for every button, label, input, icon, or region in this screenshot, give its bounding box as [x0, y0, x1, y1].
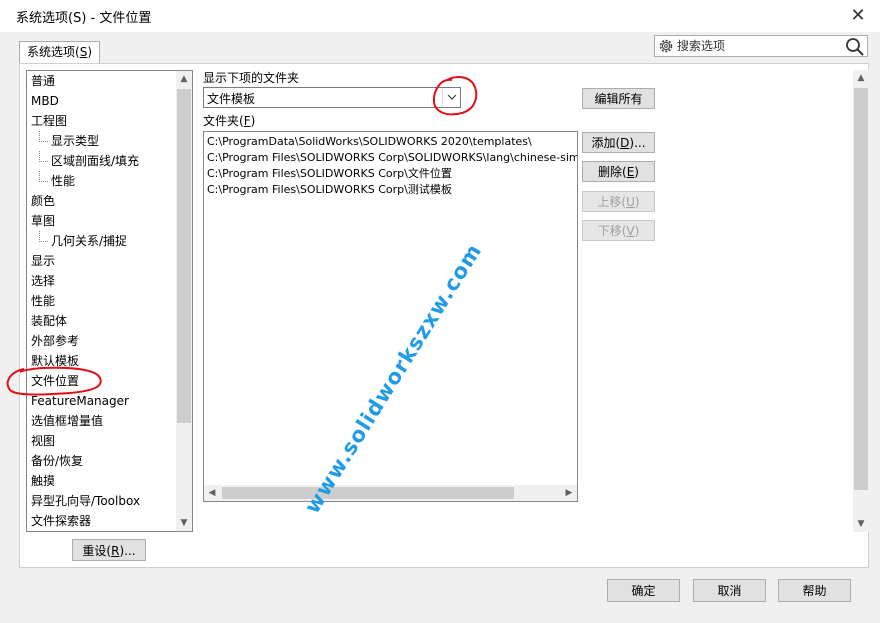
- folder-type-value: 文件模板: [207, 92, 256, 106]
- close-icon: ✕: [850, 5, 866, 26]
- tree-item[interactable]: 备份/恢复: [27, 451, 177, 471]
- folder-type-select[interactable]: 文件模板: [203, 87, 461, 108]
- search-icon[interactable]: [845, 37, 865, 57]
- tab-label: 系统选项(: [27, 45, 80, 59]
- tree-item[interactable]: 异型孔向导/Toolbox: [27, 491, 177, 511]
- delete-label: 删除(: [598, 165, 627, 179]
- folder-path-item[interactable]: C:\ProgramData\SolidWorks\SOLIDWORKS 202…: [204, 134, 577, 150]
- tree-item[interactable]: 默认模板: [27, 351, 177, 371]
- delete-label-end: ): [634, 165, 639, 179]
- folder-list[interactable]: C:\ProgramData\SolidWorks\SOLIDWORKS 202…: [203, 131, 578, 502]
- folder-path-item[interactable]: C:\Program Files\SOLIDWORKS Corp\SOLIDWO…: [204, 150, 577, 166]
- folder-path-item[interactable]: C:\Program Files\SOLIDWORKS Corp\测试模板: [204, 182, 577, 198]
- tree-item[interactable]: 显示: [27, 251, 177, 271]
- panel-scrollbar[interactable]: ▲ ▼: [853, 70, 869, 532]
- window-title: 系统选项(S) - 文件位置: [16, 11, 152, 26]
- move-down-label: 下移(: [597, 224, 627, 238]
- chevron-down-icon[interactable]: [442, 88, 460, 107]
- tab-label-end: ): [87, 45, 92, 59]
- tree-item[interactable]: 选择: [27, 271, 177, 291]
- tree-item[interactable]: 颜色: [27, 191, 177, 211]
- category-tree: 普通 MBD 工程图 显示类型 区域剖面线/填充 性能 颜色 草图 几何关系/捕捉 显示 选择 性能装…: [26, 70, 193, 532]
- ok-button[interactable]: 确定: [607, 579, 680, 602]
- folders-label-end: ): [250, 114, 256, 128]
- add-button[interactable]: 添加(D)...: [582, 132, 655, 153]
- close-button[interactable]: ✕: [844, 3, 872, 29]
- scroll-thumb[interactable]: [177, 89, 191, 423]
- move-up-label-key: U: [626, 195, 635, 209]
- tree-item[interactable]: 区域剖面线/填充: [27, 151, 177, 171]
- tab-system-options[interactable]: 系统选项(S): [19, 41, 100, 63]
- move-up-button[interactable]: 上移(U): [582, 191, 655, 212]
- scroll-right-icon[interactable]: ▶: [561, 485, 577, 501]
- tree-item[interactable]: 装配体: [27, 311, 177, 331]
- tree-item[interactable]: 外部参考: [27, 331, 177, 351]
- scroll-left-icon[interactable]: ◀: [204, 485, 220, 501]
- tree-item[interactable]: 显示类型: [27, 131, 177, 151]
- search-input[interactable]: [677, 37, 837, 55]
- add-label-end: )...: [629, 136, 646, 150]
- tree-item[interactable]: FeatureManager: [27, 391, 177, 411]
- cancel-button[interactable]: 取消: [693, 579, 766, 602]
- tree-item[interactable]: 视图: [27, 431, 177, 451]
- tree-item[interactable]: 工程图: [27, 111, 177, 131]
- tree-item[interactable]: 触摸: [27, 471, 177, 491]
- move-up-label: 上移(: [597, 195, 627, 209]
- folder-path-item[interactable]: C:\Program Files\SOLIDWORKS Corp\文件位置: [204, 166, 577, 182]
- tree-item[interactable]: 文件探索器: [27, 511, 177, 531]
- move-down-button[interactable]: 下移(V): [582, 220, 655, 241]
- delete-button[interactable]: 删除(E): [582, 161, 655, 182]
- tree-item[interactable]: 草图: [27, 211, 177, 231]
- folders-label-key: F: [243, 114, 251, 128]
- reset-button[interactable]: 重设(R)...: [72, 539, 146, 561]
- category-list: 普通 MBD 工程图 显示类型 区域剖面线/填充 性能 颜色 草图 几何关系/捕捉 显示 选择 性能装…: [27, 71, 177, 531]
- scroll-thumb[interactable]: [854, 88, 868, 490]
- tree-item[interactable]: 性能: [27, 171, 177, 191]
- title-bar: 系统选项(S) - 文件位置 ✕: [0, 0, 880, 32]
- folder-hscrollbar[interactable]: ◀ ▶: [204, 485, 577, 501]
- hscroll-thumb[interactable]: [222, 487, 514, 499]
- reset-label: 重设(: [82, 543, 112, 558]
- scroll-down-icon[interactable]: ▼: [853, 516, 869, 532]
- move-up-label-end: ): [634, 195, 640, 209]
- tree-item[interactable]: 性能: [27, 291, 177, 311]
- move-down-label-key: V: [626, 224, 635, 238]
- tree-item[interactable]: 文件位置: [27, 371, 177, 391]
- scroll-up-icon[interactable]: ▲: [853, 70, 869, 86]
- search-box: [654, 35, 868, 57]
- tree-item[interactable]: MBD: [27, 91, 177, 111]
- show-folders-label: 显示下项的文件夹: [203, 71, 300, 85]
- reset-label-end: )...: [119, 543, 136, 558]
- tree-item[interactable]: 选值框增量值: [27, 411, 177, 431]
- tree-item[interactable]: 几何关系/捕捉: [27, 231, 177, 251]
- folders-label: 文件夹(F): [203, 112, 255, 129]
- tree-scrollbar[interactable]: ▲ ▼: [176, 71, 192, 531]
- folder-items: C:\ProgramData\SolidWorks\SOLIDWORKS 202…: [204, 134, 577, 198]
- help-button[interactable]: 帮助: [778, 579, 851, 602]
- scroll-up-icon[interactable]: ▲: [176, 71, 192, 87]
- gear-icon[interactable]: [657, 37, 675, 55]
- scroll-down-icon[interactable]: ▼: [176, 515, 192, 531]
- folders-label-main: 文件夹(: [203, 114, 244, 128]
- edit-all-button[interactable]: 编辑所有: [582, 88, 655, 109]
- move-down-label-end: ): [634, 224, 640, 238]
- add-label: 添加(: [591, 136, 621, 150]
- tree-item[interactable]: 普通: [27, 71, 177, 91]
